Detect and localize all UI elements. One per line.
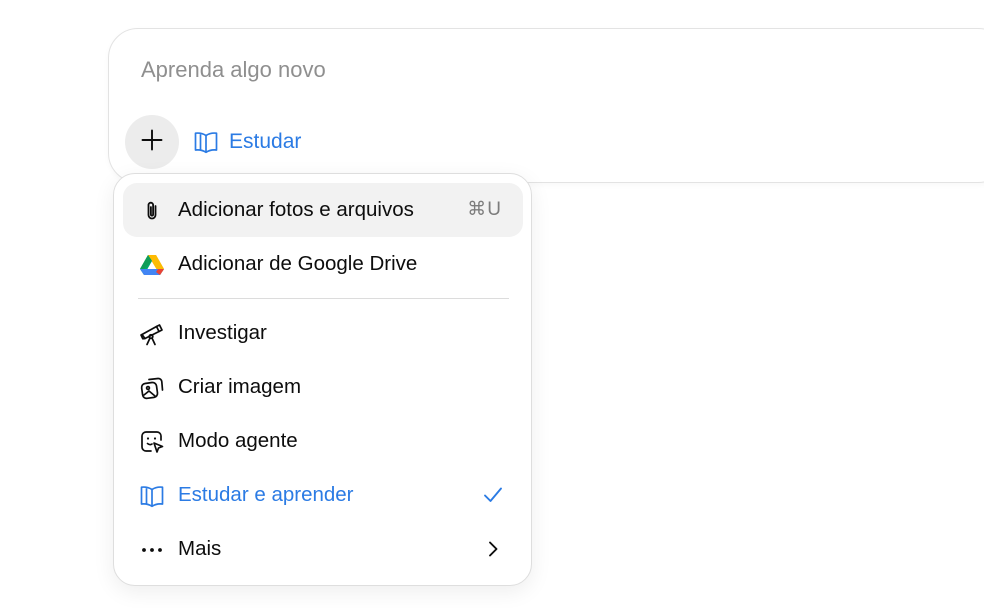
add-attachment-button[interactable] [125, 115, 179, 169]
menu-item-label: Estudar e aprender [178, 483, 354, 506]
menu-item-label: Investigar [178, 321, 267, 344]
menu-divider [138, 298, 509, 299]
menu-item-study[interactable]: Estudar e aprender [123, 468, 523, 522]
menu-item-investigate[interactable]: Investigar [123, 306, 523, 360]
google-drive-icon [139, 252, 165, 278]
menu-item-more[interactable]: Mais [123, 522, 523, 576]
image-gallery-icon [139, 375, 165, 401]
keyboard-shortcut: ⌘U [467, 199, 502, 220]
menu-item-agent-mode[interactable]: Modo agente [123, 414, 523, 468]
book-open-icon [139, 483, 165, 509]
plus-icon [140, 128, 164, 157]
book-open-icon [193, 129, 219, 155]
menu-item-label: Mais [178, 537, 222, 560]
menu-item-google-drive[interactable]: Adicionar de Google Drive [123, 237, 523, 291]
agent-cursor-icon [139, 429, 165, 455]
telescope-icon [139, 321, 165, 347]
menu-item-create-image[interactable]: Criar imagem [123, 360, 523, 414]
menu-item-label: Modo agente [178, 429, 298, 452]
paperclip-icon [139, 198, 165, 224]
study-mode-label: Estudar [229, 130, 302, 153]
menu-item-add-files[interactable]: Adicionar fotos e arquivos ⌘U [123, 183, 523, 237]
prompt-input[interactable] [141, 57, 841, 83]
chevron-right-icon [481, 537, 505, 561]
checkmark-icon [481, 483, 505, 507]
composer-box: Estudar [108, 28, 984, 183]
attachment-menu: Adicionar fotos e arquivos ⌘U Adicionar … [113, 173, 532, 586]
more-dots-icon [139, 537, 165, 563]
menu-item-label: Criar imagem [178, 375, 302, 398]
study-mode-toggle[interactable]: Estudar [193, 125, 301, 159]
menu-item-label: Adicionar fotos e arquivos [178, 198, 414, 221]
menu-item-label: Adicionar de Google Drive [178, 252, 418, 275]
